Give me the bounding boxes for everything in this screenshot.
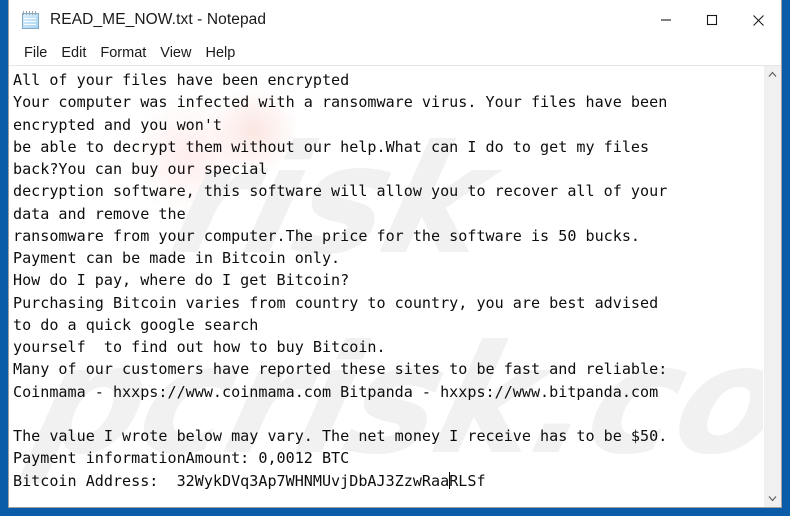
scrollbar-up-button[interactable] — [764, 66, 781, 83]
chevron-down-icon — [768, 496, 777, 502]
note-text-before-caret: All of your files have been encrypted Yo… — [13, 71, 668, 490]
notepad-window: READ_ME_NOW.txt - Notepad File Edit Form… — [8, 0, 782, 508]
close-button[interactable] — [735, 0, 781, 40]
notepad-icon — [21, 10, 41, 31]
menu-item-help[interactable]: Help — [198, 43, 242, 63]
menu-item-format[interactable]: Format — [93, 43, 153, 63]
text-editor[interactable]: risk pcrisk.com All of your files have b… — [9, 66, 763, 507]
window-title: READ_ME_NOW.txt - Notepad — [50, 11, 267, 28]
editor-area: risk pcrisk.com All of your files have b… — [9, 66, 781, 507]
desktop-background: READ_ME_NOW.txt - Notepad File Edit Form… — [0, 0, 790, 516]
window-controls — [643, 0, 781, 40]
vertical-scrollbar[interactable] — [763, 66, 781, 507]
menu-bar: File Edit Format View Help — [9, 40, 781, 66]
menu-item-file[interactable]: File — [17, 43, 54, 63]
menu-item-view[interactable]: View — [153, 43, 198, 63]
maximize-icon — [706, 14, 718, 26]
minimize-button[interactable] — [643, 0, 689, 40]
menu-item-edit[interactable]: Edit — [54, 43, 93, 63]
minimize-icon — [661, 19, 671, 21]
title-bar[interactable]: READ_ME_NOW.txt - Notepad — [9, 0, 781, 40]
maximize-button[interactable] — [689, 0, 735, 40]
note-text-after-caret: RLSf — [449, 471, 486, 490]
scrollbar-down-button[interactable] — [764, 490, 781, 507]
close-icon — [752, 14, 764, 26]
ransom-note-text[interactable]: All of your files have been encrypted Yo… — [9, 66, 763, 492]
chevron-up-icon — [768, 71, 777, 77]
title-bar-left: READ_ME_NOW.txt - Notepad — [9, 10, 267, 31]
scrollbar-track[interactable] — [764, 83, 781, 490]
